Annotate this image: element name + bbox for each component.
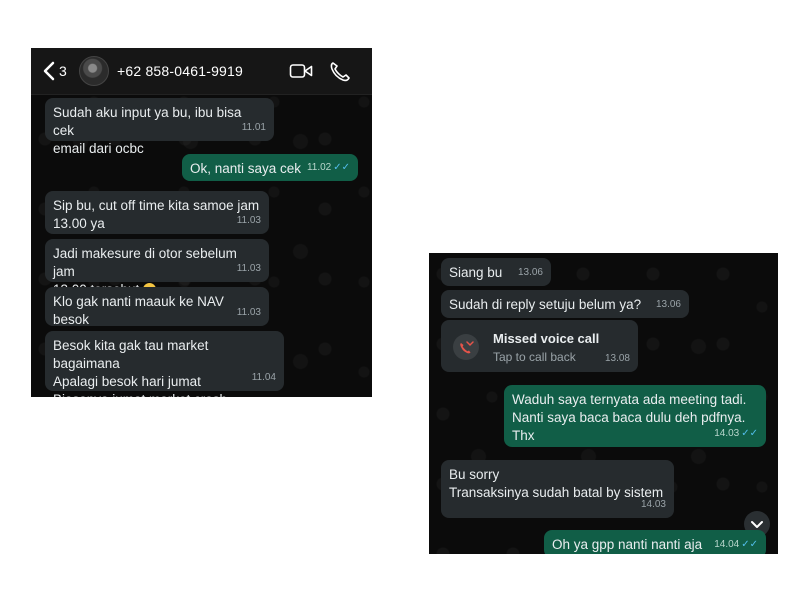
message-bubble[interactable]: Jadi makesure di otor sebelum jam 13.00 … — [45, 239, 269, 297]
message-text: Sudah aku input ya bu, ibu bisa cek emai… — [53, 105, 242, 156]
video-call-icon[interactable] — [289, 60, 313, 82]
message-bubble[interactable]: Klo gak nanti maauk ke NAV besok 11.03 — [45, 287, 269, 327]
message-text: Klo gak nanti maauk ke NAV besok — [53, 294, 224, 327]
message-bubble[interactable]: Bu sorry Transaksinya sudah batal by sis… — [441, 460, 674, 518]
message-bubble[interactable]: Waduh saya ternyata ada meeting tadi. Na… — [504, 385, 766, 447]
message-time: 13.06 — [517, 267, 543, 278]
missed-call-icon — [453, 334, 479, 360]
message-text: Bu sorry Transaksinya sudah batal by sis… — [449, 467, 664, 500]
message-time: 11.03 — [236, 215, 261, 226]
message-text: Sudah di reply setuju belum ya? — [449, 297, 642, 312]
message-meta: 11.02 ✓✓ — [307, 159, 350, 177]
chat-screenshot-2: Siang bu 13.06 Sudah di reply setuju bel… — [429, 253, 778, 554]
message-time: 11.01 — [241, 122, 266, 133]
message-bubble[interactable]: Siang bu 13.06 — [441, 258, 551, 286]
message-time: 11.03 — [236, 307, 261, 318]
message-bubble[interactable]: Sudah aku input ya bu, ibu bisa cek emai… — [45, 98, 274, 156]
message-text: Besok kita gak tau market bagaimana Apal… — [53, 338, 227, 397]
missed-call-bubble[interactable]: Missed voice call Tap to call back 13.08 — [441, 320, 638, 372]
missed-call-subtitle: Tap to call back — [493, 350, 576, 364]
message-time: 13.08 — [604, 353, 630, 364]
voice-call-icon[interactable] — [328, 60, 352, 82]
contact-name[interactable]: +62 858-0461-9919 — [117, 63, 243, 79]
double-check-icon: ✓✓ — [333, 162, 350, 173]
chat-screenshot-1: 3 +62 858-0461-9919 Sudah aku input ya b… — [31, 48, 372, 397]
chat-header: 3 +62 858-0461-9919 — [31, 48, 372, 95]
missed-call-title: Missed voice call — [493, 331, 600, 346]
message-bubble[interactable]: Oh ya gpp nanti nanti aja 14.04 ✓✓ — [544, 530, 766, 554]
message-time: 14.04 — [714, 539, 740, 550]
double-check-icon: ✓✓ — [741, 539, 758, 550]
message-text: Sip bu, cut off time kita samoe jam 13.0… — [53, 198, 260, 231]
back-chevron-icon[interactable] — [39, 60, 61, 82]
double-check-icon: ✓✓ — [741, 428, 758, 439]
message-meta: 14.03 ✓✓ — [714, 425, 758, 443]
message-meta: 14.04 ✓✓ — [714, 536, 758, 554]
unread-count[interactable]: 3 — [59, 63, 67, 79]
message-bubble[interactable]: Ok, nanti saya cek 11.02 ✓✓ — [182, 154, 358, 181]
message-time: 11.02 — [306, 162, 332, 173]
message-time: 14.03 — [640, 499, 666, 510]
message-time: 11.04 — [251, 372, 276, 383]
message-bubble[interactable]: Sudah di reply setuju belum ya? 13.06 — [441, 290, 689, 318]
message-time: 13.06 — [655, 299, 681, 310]
message-bubble[interactable]: Besok kita gak tau market bagaimana Apal… — [45, 331, 284, 397]
avatar[interactable] — [79, 56, 109, 86]
message-time: 11.03 — [236, 263, 261, 274]
message-bubble[interactable]: Sip bu, cut off time kita samoe jam 13.0… — [45, 191, 269, 234]
message-time: 14.03 — [714, 428, 740, 439]
